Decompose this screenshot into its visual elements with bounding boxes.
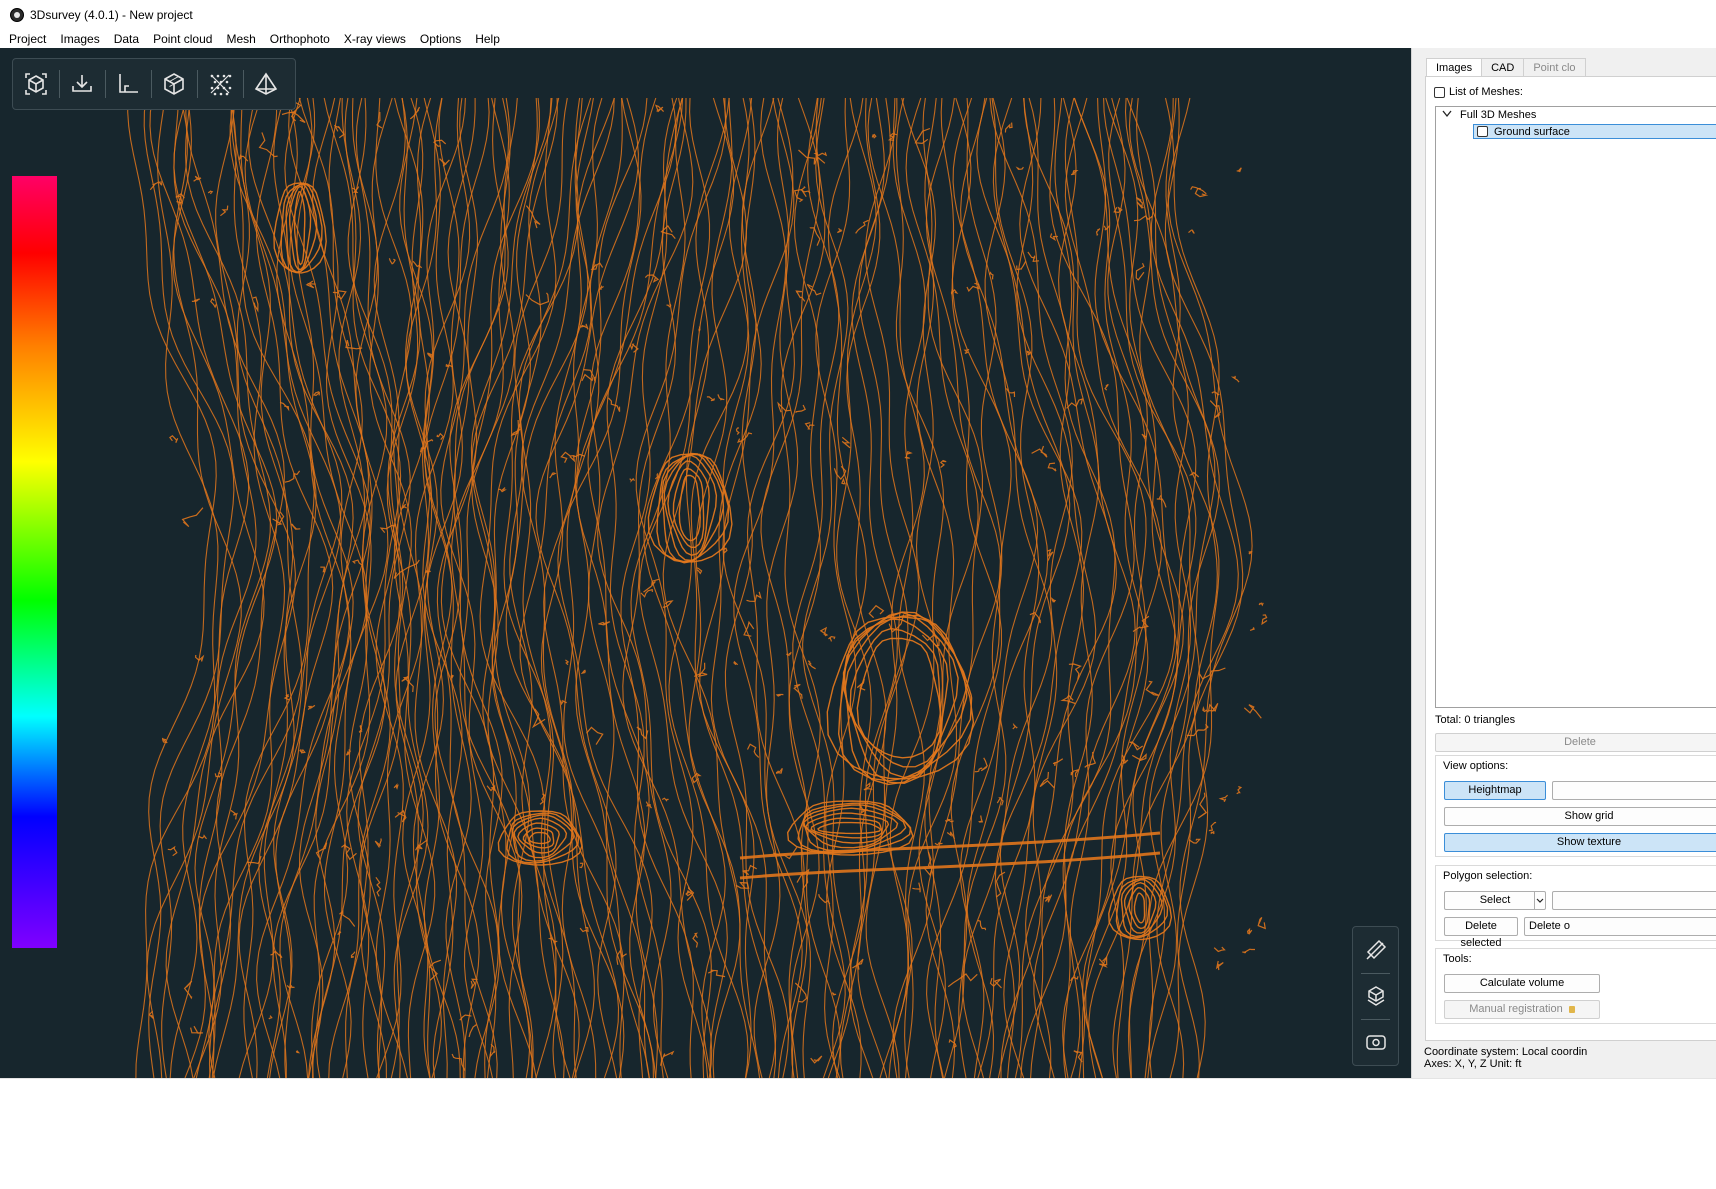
selection-option-button[interactable] <box>1552 891 1716 910</box>
right-panel: Images CAD Point clo List of Meshes: Ful… <box>1411 48 1716 1078</box>
menu-help[interactable]: Help <box>468 30 507 48</box>
show-grid-button[interactable]: Show grid <box>1444 807 1716 826</box>
view-option-button-2[interactable] <box>1552 781 1716 800</box>
menu-images[interactable]: Images <box>53 30 106 48</box>
measure-icon[interactable] <box>1353 927 1398 973</box>
tab-cad[interactable]: CAD <box>1481 58 1525 77</box>
tree-item-ground-surface[interactable]: Ground surface <box>1473 124 1716 139</box>
side-toolbar <box>1352 926 1399 1066</box>
layers-icon[interactable] <box>1353 973 1398 1019</box>
manual-registration-label: Manual registration <box>1469 1003 1563 1015</box>
polygon-selection-group: Polygon selection: Select Delete selecte… <box>1435 865 1716 949</box>
delete-other-button[interactable]: Delete o <box>1524 917 1716 936</box>
coordinate-system-text: Coordinate system: Local coordin <box>1424 1046 1588 1058</box>
menu-bar: Project Images Data Point cloud Mesh Ort… <box>0 30 1716 48</box>
menu-point-cloud[interactable]: Point cloud <box>146 30 219 48</box>
tools-group: Tools: Calculate volume Manual registrat… <box>1435 948 1716 1024</box>
tab-images[interactable]: Images <box>1426 58 1483 77</box>
ground-surface-checkbox[interactable] <box>1477 126 1488 137</box>
lock-icon <box>1568 1005 1575 1013</box>
tree-item-label: Ground surface <box>1494 125 1570 138</box>
view-options-group: View options: Heightmap Show grid Show t… <box>1435 755 1716 857</box>
cube-icon[interactable] <box>151 62 197 106</box>
delete-button[interactable]: Delete <box>1435 733 1716 752</box>
app-logo-icon <box>10 8 24 22</box>
menu-options[interactable]: Options <box>413 30 468 48</box>
polygon-selection-title: Polygon selection: <box>1443 870 1533 882</box>
tree-group-row[interactable]: Full 3D Meshes <box>1442 109 1536 121</box>
3d-viewport[interactable] <box>0 48 1411 1078</box>
menu-data[interactable]: Data <box>107 30 146 48</box>
view-toolbar <box>12 58 296 110</box>
list-of-meshes-checkbox[interactable] <box>1434 86 1445 98</box>
tools-title: Tools: <box>1443 953 1472 965</box>
axes-icon[interactable] <box>105 62 151 106</box>
menu-orthophoto[interactable]: Orthophoto <box>263 30 337 48</box>
import-icon[interactable] <box>59 62 105 106</box>
mesh-tab-pane: List of Meshes: Full 3D Meshes Ground su… <box>1425 76 1716 1041</box>
tab-point-cloud[interactable]: Point clo <box>1523 58 1586 77</box>
list-of-meshes-label: List of Meshes: <box>1449 86 1523 98</box>
window-title: 3Dsurvey (4.0.1) - New project <box>30 8 193 22</box>
menu-mesh[interactable]: Mesh <box>219 30 262 48</box>
calculate-volume-button[interactable]: Calculate volume <box>1444 974 1600 993</box>
coordinate-status: Coordinate system: Local coordin Axes: X… <box>1424 1046 1587 1070</box>
height-color-scale <box>12 176 57 948</box>
menu-x-ray-views[interactable]: X-ray views <box>337 30 413 48</box>
show-texture-button[interactable]: Show texture <box>1444 833 1716 852</box>
panel-tabs: Images CAD Point clo <box>1426 58 1586 77</box>
mesh-tree: Full 3D Meshes Ground surface <box>1435 106 1716 708</box>
delete-selected-button[interactable]: Delete selected <box>1444 917 1518 949</box>
pyramid-icon[interactable] <box>243 62 289 106</box>
menu-project[interactable]: Project <box>0 30 53 48</box>
chevron-down-icon[interactable] <box>1534 892 1545 909</box>
camera-icon[interactable] <box>1353 1019 1398 1065</box>
axes-unit-text: Axes: X, Y, Z Unit: ft <box>1424 1058 1522 1070</box>
list-of-meshes-row: List of Meshes: <box>1434 86 1523 98</box>
point-cloud-icon[interactable] <box>197 62 243 106</box>
scene-view-icon[interactable] <box>13 62 59 106</box>
view-options-title: View options: <box>1443 760 1509 772</box>
total-triangles: Total: 0 triangles <box>1435 714 1516 726</box>
title-bar: 3Dsurvey (4.0.1) - New project <box>0 0 1716 30</box>
select-button[interactable]: Select <box>1444 891 1546 910</box>
chevron-down-icon[interactable] <box>1442 109 1452 121</box>
manual-registration-button[interactable]: Manual registration <box>1444 1000 1600 1019</box>
select-label: Select <box>1479 894 1511 906</box>
contour-map <box>127 97 1268 1078</box>
tree-group-label: Full 3D Meshes <box>1460 109 1537 121</box>
status-strip <box>0 1078 1716 1189</box>
heightmap-button[interactable]: Heightmap <box>1444 781 1546 800</box>
